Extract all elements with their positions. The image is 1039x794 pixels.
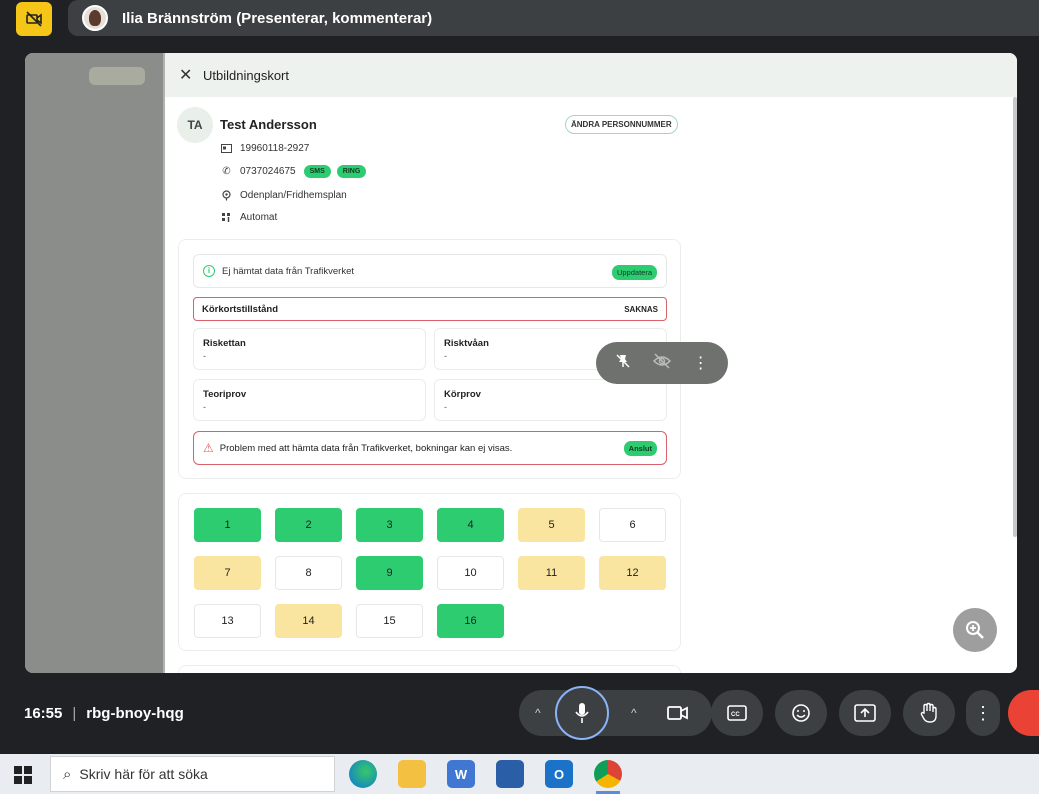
taskbar-search[interactable]: ⌕ Skriv här för att söka — [50, 756, 335, 792]
trafikverket-status: i Ej hämtat data från Trafikverket Uppda… — [193, 254, 667, 288]
connect-button[interactable]: Anslut — [623, 441, 657, 456]
panel-title: Utbildningskort — [203, 67, 289, 83]
teoriprov-card: Teoriprov - — [193, 379, 426, 421]
zoom-in-icon[interactable] — [953, 608, 997, 652]
lesson-2[interactable]: 2 — [275, 508, 342, 542]
presenter-avatar — [82, 5, 108, 31]
raise-hand-icon[interactable] — [903, 690, 955, 736]
next-card — [178, 665, 681, 673]
gearbox-type: Automat — [240, 212, 278, 223]
camera-icon[interactable] — [652, 690, 704, 736]
info-icon: i — [203, 265, 215, 277]
teoriprov-label: Teoriprov — [203, 389, 247, 400]
lesson-3[interactable]: 3 — [356, 508, 423, 542]
problem-text: Problem med att hämta data från Trafikve… — [219, 442, 513, 454]
gearbox-icon — [221, 212, 232, 223]
meeting-code[interactable]: rbg-bnoy-hqg — [86, 705, 183, 722]
windows-taskbar: ⌕ Skriv här för att söka W O — [0, 754, 1039, 794]
lesson-11[interactable]: 11 — [518, 556, 585, 590]
edge-icon[interactable] — [349, 760, 377, 788]
location-row: Odenplan/Fridhemsplan — [221, 190, 347, 201]
lesson-15[interactable]: 15 — [356, 604, 423, 638]
more-vertical-icon[interactable]: ⋮ — [690, 353, 712, 373]
svg-text:CC: CC — [731, 712, 740, 718]
chrome-icon[interactable] — [594, 760, 622, 788]
lesson-7[interactable]: 7 — [194, 556, 261, 590]
emoji-icon[interactable] — [775, 690, 827, 736]
problem-banner: ⚠ Problem med att hämta data från Trafik… — [193, 431, 667, 465]
presenter-name: Ilia Brännström (Presenterar, kommentera… — [122, 9, 433, 27]
call-button[interactable]: RING — [336, 165, 367, 178]
meet-top-bar: Ilia Brännström (Presenterar, kommentera… — [0, 0, 1039, 38]
camera-off-icon[interactable] — [16, 2, 52, 36]
eye-off-icon[interactable] — [651, 352, 673, 374]
change-personnummer-button[interactable]: ÄNDRA PERSONNUMMER — [565, 115, 678, 134]
phone-number: 0737024675 — [240, 166, 296, 177]
korprov-card: Körprov - — [434, 379, 667, 421]
leave-call-button[interactable] — [1008, 690, 1039, 736]
id-card-icon — [221, 143, 232, 154]
student-avatar: TA — [177, 107, 213, 143]
permit-status: SAKNAS — [624, 304, 658, 314]
riskettan-card: Riskettan - — [193, 328, 426, 370]
warning-icon: ⚠ — [203, 441, 214, 455]
lessons-grid: 1 2 3 4 5 6 7 8 9 10 11 12 13 14 15 16 — [178, 493, 681, 651]
lesson-10[interactable]: 10 — [437, 556, 504, 590]
riskettan-label: Riskettan — [203, 338, 246, 349]
lesson-12[interactable]: 12 — [599, 556, 666, 590]
lesson-8[interactable]: 8 — [275, 556, 342, 590]
more-options-icon[interactable]: ⋮ — [966, 690, 1000, 736]
lesson-14[interactable]: 14 — [275, 604, 342, 638]
student-name: Test Andersson — [220, 117, 317, 132]
teoriprov-value: - — [203, 402, 206, 412]
lesson-4[interactable]: 4 — [437, 508, 504, 542]
store-icon[interactable] — [496, 760, 524, 788]
personnummer: 19960118-2927 — [240, 143, 310, 154]
lesson-9[interactable]: 9 — [356, 556, 423, 590]
separator: | — [72, 705, 77, 722]
korprov-label: Körprov — [444, 389, 481, 400]
camera-options-chevron-up-icon[interactable]: ^ — [631, 706, 637, 720]
shared-screen: ✕ Utbildningskort TA Test Andersson ÄNDR… — [25, 53, 1017, 673]
pin-off-icon[interactable] — [612, 353, 634, 374]
riskettan-value: - — [203, 351, 206, 361]
microphone-icon[interactable] — [555, 686, 609, 740]
phone-row: ✆ 0737024675 SMS RING — [221, 165, 367, 178]
word-icon[interactable]: W — [447, 760, 475, 788]
close-icon[interactable]: ✕ — [179, 65, 197, 85]
location-pin-icon — [221, 190, 232, 201]
korprov-value: - — [444, 402, 447, 412]
captions-icon[interactable]: CC — [711, 690, 763, 736]
mic-options-chevron-up-icon[interactable]: ^ — [535, 706, 541, 720]
background-app-strip — [25, 53, 163, 673]
gearbox-row: Automat — [221, 212, 277, 223]
panel-header: ✕ Utbildningskort — [165, 53, 1017, 97]
sms-button[interactable]: SMS — [303, 165, 331, 178]
lesson-1[interactable]: 1 — [194, 508, 261, 542]
clock: 16:55 — [24, 705, 63, 722]
file-explorer-icon[interactable] — [398, 760, 426, 788]
permit-row: Körkortstillstånd SAKNAS — [193, 297, 667, 321]
lesson-13[interactable]: 13 — [194, 604, 261, 638]
lesson-5[interactable]: 5 — [518, 508, 585, 542]
lesson-16[interactable]: 16 — [437, 604, 504, 638]
location: Odenplan/Fridhemsplan — [240, 190, 347, 201]
search-placeholder: Skriv här för att söka — [79, 766, 208, 782]
status-text: Ej hämtat data från Trafikverket — [222, 265, 355, 277]
outlook-icon[interactable]: O — [545, 760, 573, 788]
search-icon: ⌕ — [63, 765, 72, 783]
lesson-6[interactable]: 6 — [599, 508, 666, 542]
scrollbar[interactable] — [1013, 97, 1017, 537]
presentation-overlay-controls: ⋮ — [596, 342, 728, 384]
presenter-banner: Ilia Brännström (Presenterar, kommentera… — [68, 0, 1039, 36]
personnummer-row: 19960118-2927 — [221, 143, 309, 154]
present-icon[interactable] — [839, 690, 891, 736]
meeting-info: 16:55 | rbg-bnoy-hqg — [24, 705, 184, 722]
update-button[interactable]: Uppdatera — [611, 265, 657, 280]
phone-icon: ✆ — [222, 166, 231, 177]
training-card-panel: ✕ Utbildningskort TA Test Andersson ÄNDR… — [165, 53, 1017, 673]
permit-label: Körkortstillstånd — [202, 303, 279, 315]
windows-logo-icon[interactable] — [14, 766, 32, 784]
